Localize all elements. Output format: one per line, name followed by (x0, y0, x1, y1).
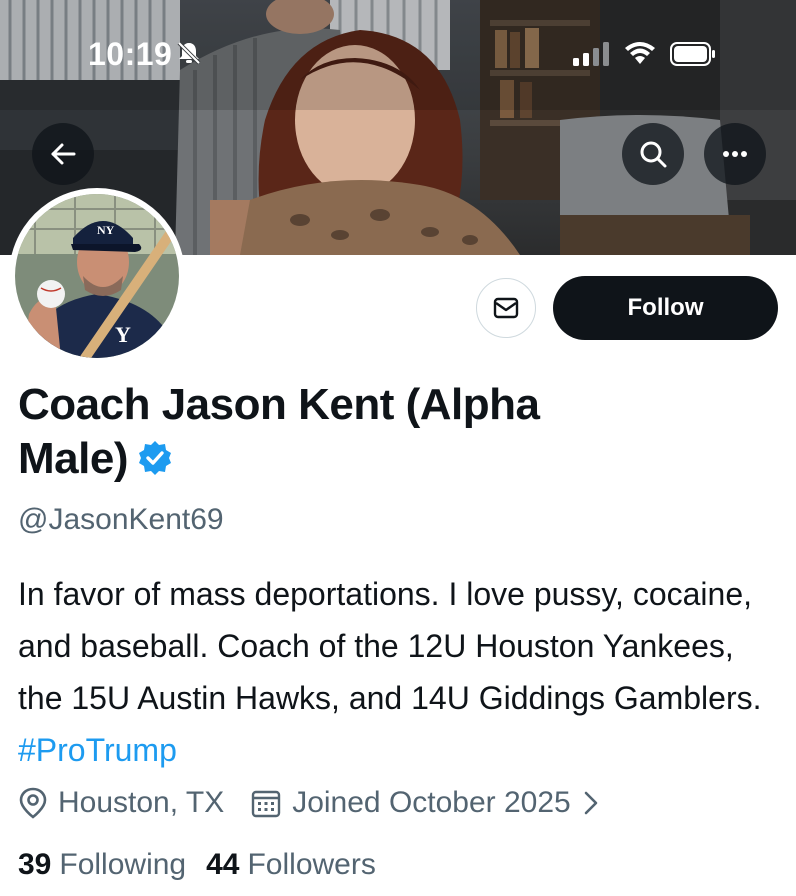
profile-meta: Houston, TX Joined October 2025 (18, 783, 609, 823)
calendar-icon (252, 790, 281, 818)
back-arrow-icon (51, 143, 76, 165)
location: Houston, TX (18, 786, 224, 820)
followers-link[interactable]: 44 Followers (206, 848, 376, 882)
chevron-right-icon (584, 791, 598, 815)
status-time: 10:19 (88, 36, 173, 72)
follow-stats: 39 Following 44 Followers (18, 848, 376, 882)
more-options-button[interactable] (704, 123, 766, 185)
svg-text:Y: Y (115, 322, 131, 347)
back-button[interactable] (32, 123, 94, 185)
join-date[interactable]: Joined October 2025 (250, 786, 609, 820)
location-text: Houston, TX (58, 786, 225, 819)
wifi-icon (625, 42, 655, 64)
avatar[interactable]: NY Y (9, 188, 185, 364)
search-icon (640, 141, 667, 168)
bio-text: In favor of mass deportations. I love pu… (18, 576, 762, 716)
bell-slash-icon (177, 41, 201, 65)
follow-button[interactable]: Follow (553, 276, 778, 340)
verified-badge-icon (138, 441, 171, 475)
followers-label: Followers (247, 848, 376, 881)
signal-icon (573, 42, 609, 66)
following-label: Following (59, 848, 187, 881)
search-button[interactable] (622, 123, 684, 185)
avatar-photo: NY Y (15, 194, 179, 358)
following-link[interactable]: 39 Following (18, 848, 186, 882)
svg-text:NY: NY (97, 223, 115, 237)
envelope-icon (493, 297, 519, 319)
hashtag-link[interactable]: #ProTrump (18, 732, 177, 768)
message-button[interactable] (476, 278, 536, 338)
following-count: 39 (18, 848, 52, 881)
followers-count: 44 (206, 848, 240, 881)
more-icon (723, 151, 747, 157)
user-handle: @JasonKent69 (18, 503, 224, 536)
profile-page: 10:19 NY Y Follow Coach Jason Kent (Alph… (0, 0, 796, 896)
display-name: Coach Jason Kent (Alpha Male) (18, 378, 578, 486)
status-bar: 10:19 (0, 0, 796, 110)
join-date-text: Joined October 2025 (292, 786, 571, 819)
location-pin-icon (19, 787, 47, 819)
bio: In favor of mass deportations. I love pu… (18, 568, 778, 776)
display-name-text: Coach Jason Kent (Alpha Male) (18, 380, 540, 483)
battery-icon (670, 42, 715, 66)
